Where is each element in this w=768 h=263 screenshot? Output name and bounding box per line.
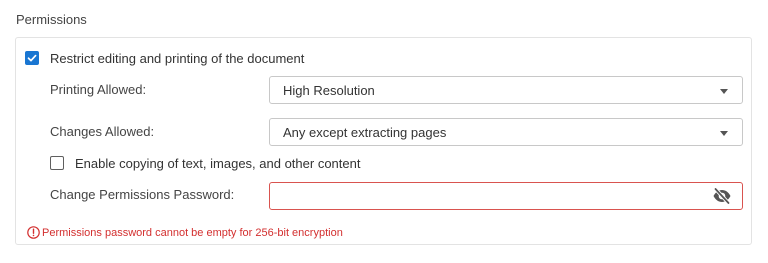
permissions-password-input[interactable]: [278, 186, 698, 206]
printing-allowed-label: Printing Allowed:: [50, 82, 147, 97]
changes-allowed-label: Changes Allowed:: [50, 124, 155, 139]
error-circle-icon: [27, 226, 40, 239]
copying-checkbox[interactable]: [50, 156, 64, 170]
eye-off-icon[interactable]: [712, 187, 732, 205]
changes-allowed-value: Any except extracting pages: [283, 124, 447, 140]
printing-allowed-select[interactable]: High Resolution: [269, 76, 743, 104]
printing-allowed-value: High Resolution: [283, 82, 375, 98]
checkmark-icon: [27, 54, 37, 62]
copying-checkbox-label: Enable copying of text, images, and othe…: [75, 155, 361, 171]
error-message-text: Permissions password cannot be empty for…: [42, 226, 343, 239]
restrict-checkbox-row[interactable]: Restrict editing and printing of the doc…: [25, 50, 304, 66]
permissions-password-label: Change Permissions Password:: [50, 187, 235, 202]
changes-allowed-select[interactable]: Any except extracting pages: [269, 118, 743, 146]
chevron-down-icon: [720, 131, 728, 136]
copying-checkbox-row[interactable]: Enable copying of text, images, and othe…: [50, 155, 360, 171]
chevron-down-icon: [720, 89, 728, 94]
error-message: Permissions password cannot be empty for…: [27, 226, 343, 239]
permissions-password-field[interactable]: [269, 182, 743, 210]
section-title: Permissions: [16, 12, 87, 27]
restrict-checkbox-label: Restrict editing and printing of the doc…: [50, 50, 305, 66]
restrict-checkbox[interactable]: [25, 51, 39, 65]
